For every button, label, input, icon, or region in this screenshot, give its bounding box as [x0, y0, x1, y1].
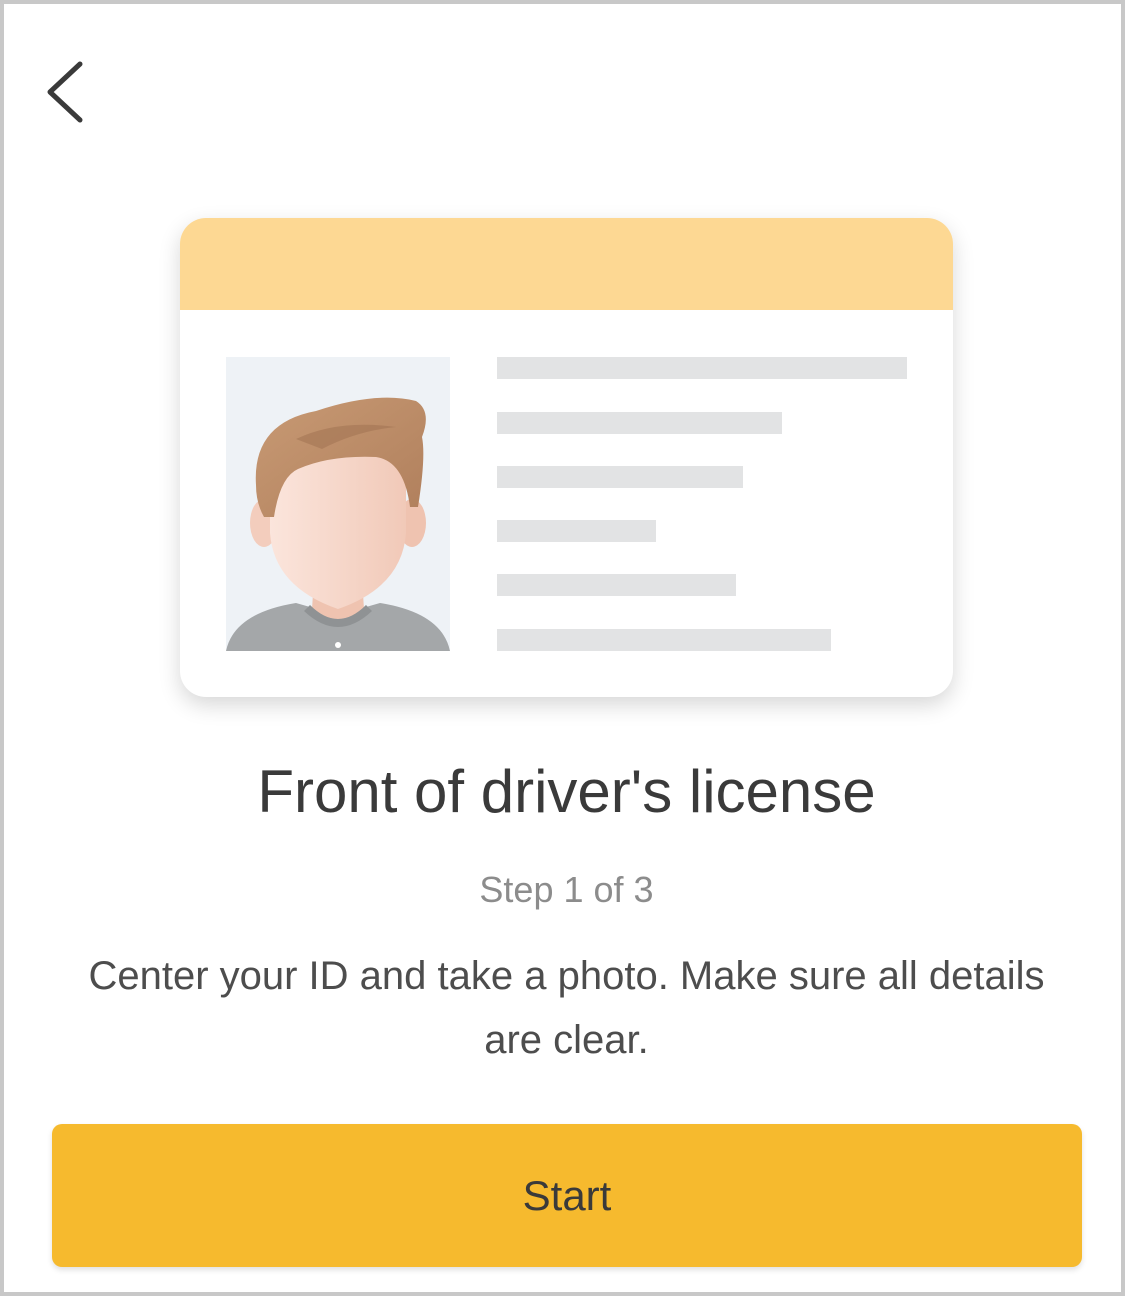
person-avatar-icon	[226, 397, 450, 651]
id-photo	[226, 357, 450, 651]
text-line-placeholder	[497, 466, 743, 488]
back-button[interactable]	[38, 54, 98, 134]
text-line-placeholder	[497, 574, 736, 596]
text-line-placeholder	[497, 629, 831, 651]
card-header-band	[180, 218, 953, 310]
instructions-text: Center your ID and take a photo. Make su…	[88, 954, 1045, 1062]
chevron-left-icon	[47, 61, 83, 123]
step-indicator: Step 1 of 3	[479, 869, 654, 910]
text-line-placeholder	[497, 520, 656, 542]
id-card-illustration	[180, 218, 953, 697]
start-button[interactable]: Start	[52, 1124, 1082, 1267]
screen: Front of driver's license Step 1 of 3 Ce…	[0, 0, 1125, 1296]
page-title: Front of driver's license	[257, 758, 876, 825]
text-line-placeholder	[497, 412, 782, 434]
text-line-placeholder	[497, 357, 907, 379]
